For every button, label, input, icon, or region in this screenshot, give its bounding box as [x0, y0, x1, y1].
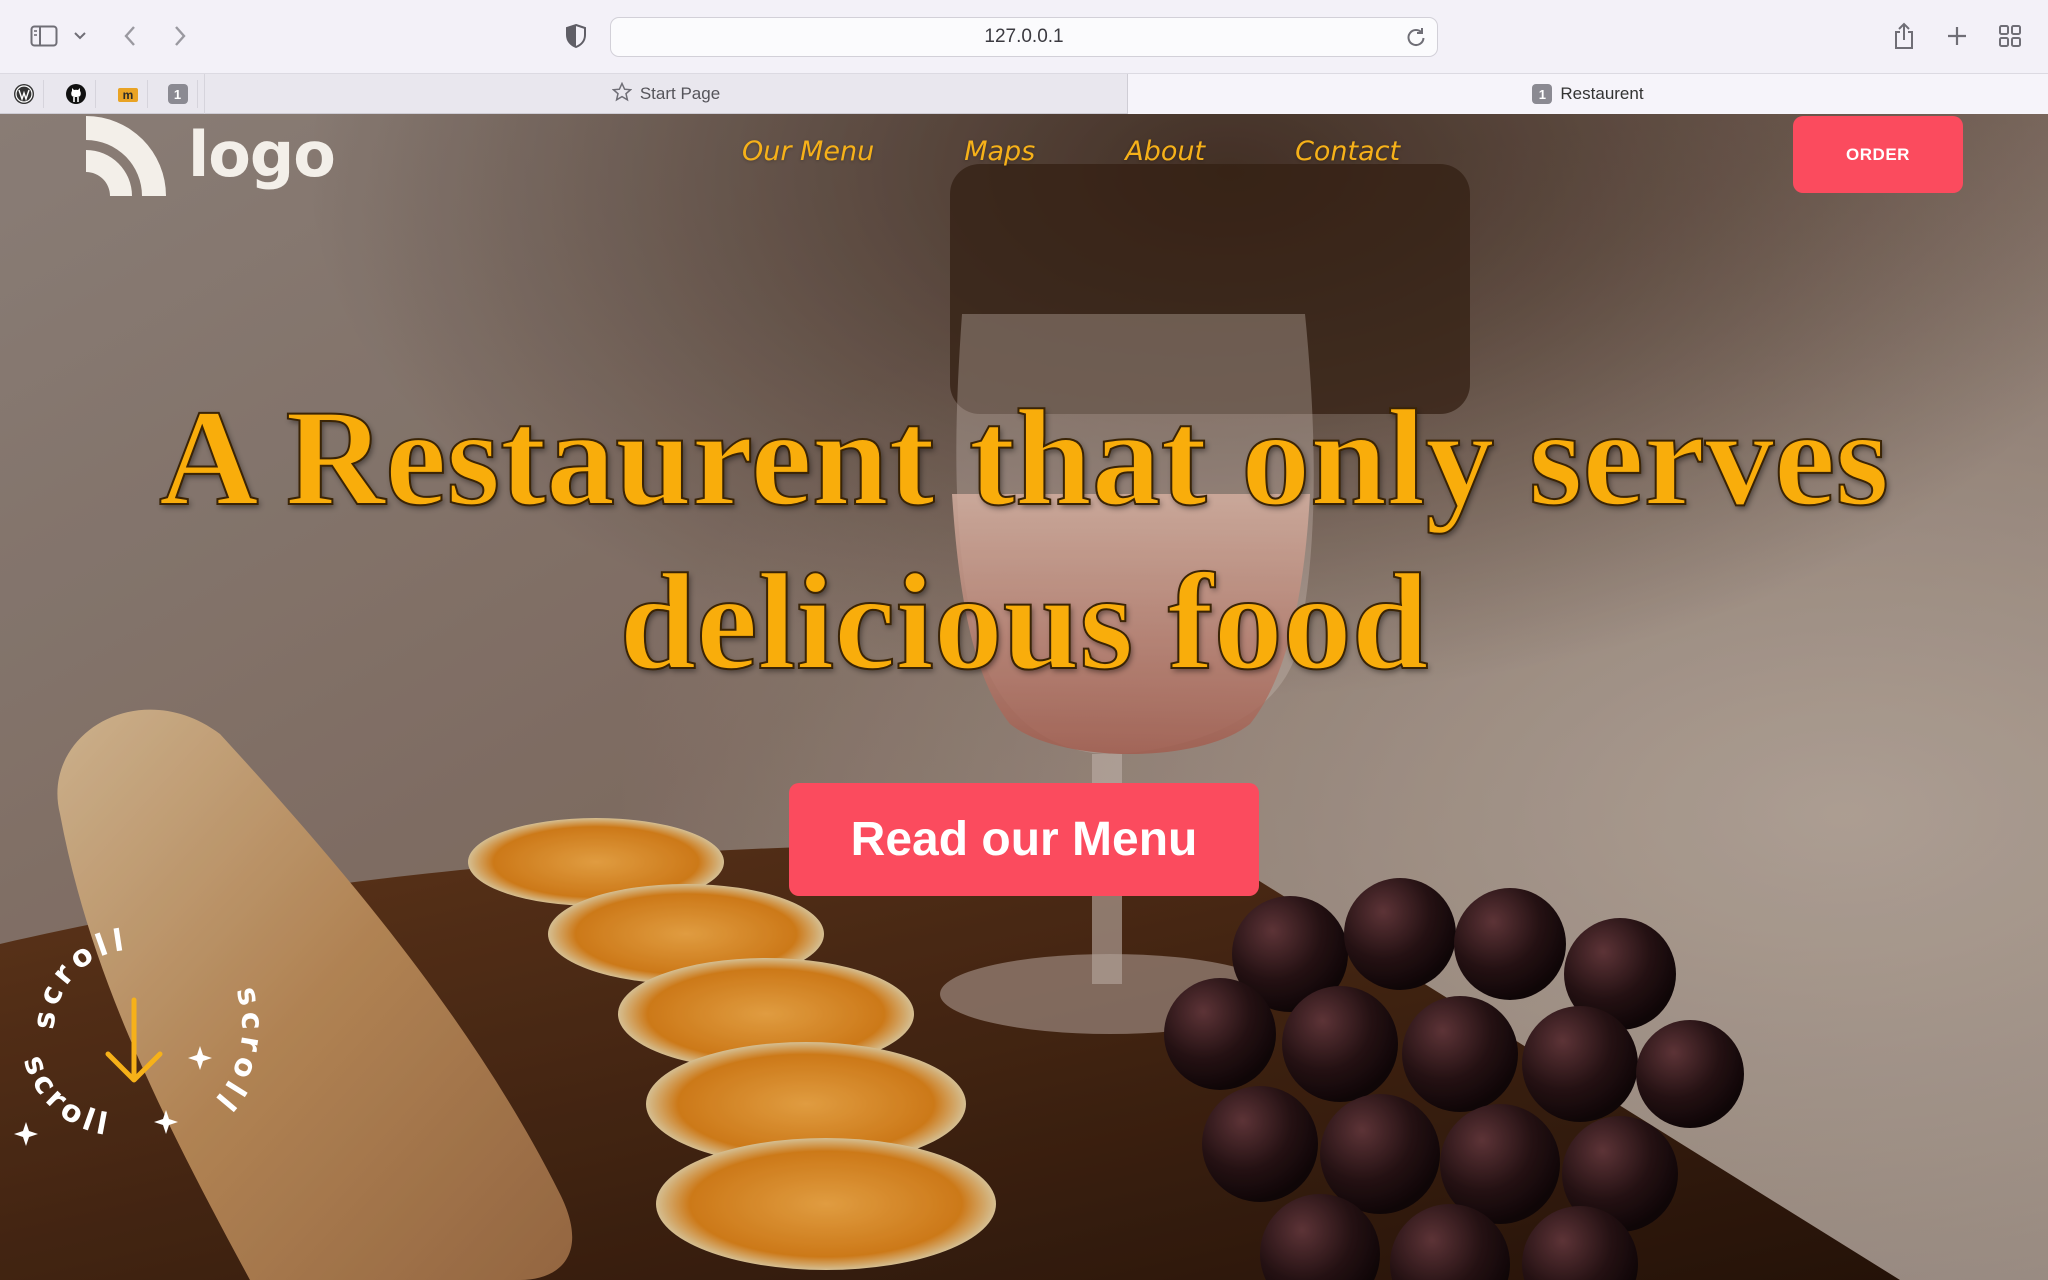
main-nav: Our Menu Maps About Contact [742, 136, 1400, 167]
browser-toolbar: 127.0.0.1 [0, 0, 2048, 74]
read-menu-button[interactable]: Read our Menu [789, 783, 1259, 896]
scroll-text-top-path: scroll [26, 923, 125, 1032]
privacy-shield-icon[interactable] [562, 20, 590, 52]
nav-maps[interactable]: Maps [964, 136, 1035, 167]
tab-restaurent[interactable]: 1 Restaurent [1128, 74, 2048, 114]
scroll-indicator[interactable]: scroll scroll scroll [4, 900, 265, 1160]
share-icon[interactable] [1890, 20, 1918, 52]
restaurant-page: logo Our Menu Maps About Contact ORDER A… [0, 114, 2048, 1280]
order-button[interactable]: ORDER [1793, 116, 1963, 193]
wordpress-icon[interactable] [4, 80, 44, 108]
back-icon[interactable] [116, 20, 144, 52]
site-logo[interactable]: logo [82, 114, 336, 201]
star-icon [611, 81, 633, 107]
scroll-text-right: scroll [205, 983, 264, 1120]
hero-title-line-2: delicious food [619, 544, 1430, 699]
chevron-down-icon[interactable] [70, 20, 90, 52]
arrow-down-icon [105, 997, 163, 1083]
scroll-text-top: scroll [26, 923, 130, 1032]
tab-overview-icon[interactable] [1996, 20, 2024, 52]
favorites-badge: 1 [167, 84, 188, 104]
tab-label: Start Page [639, 84, 721, 103]
nav-our-menu[interactable]: Our Menu [742, 136, 874, 167]
reload-icon[interactable] [1405, 26, 1427, 54]
nav-contact[interactable]: Contact [1295, 136, 1400, 167]
new-tab-icon[interactable] [1943, 20, 1971, 52]
favorites-counter[interactable]: 1 [158, 80, 198, 108]
hero-title: A Restaurent that only serves delicious … [100, 376, 1948, 704]
url-text: 127.0.0.1 [984, 26, 1064, 47]
scroll-text-left-path: scroll [16, 1051, 110, 1144]
tab-start-page[interactable]: Start Page [204, 74, 1128, 114]
tab-label: Restaurent [1560, 84, 1644, 103]
svg-text:m: m [122, 88, 133, 102]
hero-title-line-1: A Restaurent that only serves [158, 380, 1890, 535]
scroll-text-right-path: scroll [205, 983, 264, 1120]
forward-icon[interactable] [166, 20, 194, 52]
nav-about[interactable]: About [1125, 136, 1205, 167]
sidebar-toggle-icon[interactable] [28, 20, 60, 52]
logo-mark-icon [82, 114, 166, 201]
scroll-text-left: scroll [16, 1051, 115, 1144]
github-icon[interactable] [56, 80, 96, 108]
tab-badge: 1 [1532, 84, 1553, 104]
tab-bar: m 1 Start Page 1 Restaurent [0, 74, 2048, 114]
logo-text: logo [188, 117, 336, 191]
bookmark-site-icon[interactable]: m [108, 80, 148, 108]
address-bar[interactable]: 127.0.0.1 [610, 17, 1438, 57]
